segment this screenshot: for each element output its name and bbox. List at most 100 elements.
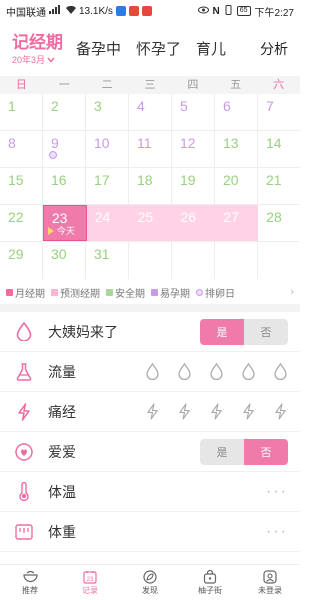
thermometer-icon — [14, 482, 34, 502]
month-selector[interactable]: 20年3月 — [12, 53, 63, 66]
calendar-day[interactable]: 28 — [258, 205, 300, 241]
day-number: 27 — [223, 209, 239, 225]
tab-trying[interactable]: 备孕中 — [76, 38, 121, 59]
lightning-outline-icon[interactable] — [144, 403, 160, 421]
calendar-day[interactable]: 4 — [129, 94, 172, 130]
analysis-button[interactable]: 分析 — [260, 39, 288, 59]
status-bar: 中国联通 13.1K/s N 65 下午2:27 — [0, 0, 300, 22]
calendar-day[interactable]: 25 — [129, 205, 173, 241]
calendar-empty-cell — [129, 242, 172, 279]
scale-icon — [14, 522, 34, 542]
bottom-nav-discover[interactable]: 发现 — [120, 565, 180, 600]
calendar-day[interactable]: 20 — [215, 168, 258, 204]
calendar-day[interactable]: 21 — [258, 168, 300, 204]
heart-lock-icon — [14, 442, 34, 462]
calendar-day[interactable]: 3 — [86, 94, 129, 130]
calendar-day[interactable]: 26 — [172, 205, 216, 241]
drop-outline-icon[interactable] — [208, 363, 224, 381]
record-weight[interactable]: 体重 ··· — [0, 512, 300, 552]
flag-icon — [47, 226, 54, 235]
more-icon[interactable]: ··· — [266, 483, 288, 501]
calendar-day[interactable]: 6 — [215, 94, 258, 130]
calendar-day[interactable]: 2 — [43, 94, 86, 130]
period-came-yes-button[interactable]: 是 — [200, 318, 244, 345]
legend-swatch — [151, 288, 158, 296]
calendar-icon: 23 — [83, 570, 98, 584]
more-icon[interactable]: ··· — [266, 523, 288, 541]
tab-parenting[interactable]: 育儿 — [196, 38, 226, 59]
calendar-day[interactable]: 29 — [0, 242, 43, 279]
bottom-nav-label: 柚子街 — [198, 585, 222, 595]
love-no-button[interactable]: 否 — [244, 438, 288, 465]
legend-label: 月经期 — [15, 288, 45, 300]
calendar-day[interactable]: 12 — [172, 131, 215, 167]
today-tag: 今天 — [47, 224, 75, 237]
calendar-day[interactable]: 9 — [43, 131, 86, 167]
calendar-day[interactable]: 19 — [172, 168, 215, 204]
wifi-icon — [66, 5, 76, 17]
bottom-nav-label: 记录 — [82, 585, 98, 595]
drop-outline-icon[interactable] — [272, 363, 288, 381]
day-number: 19 — [180, 172, 196, 188]
drop-outline-icon[interactable] — [144, 363, 160, 381]
flow-levels — [144, 363, 288, 381]
calendar-day[interactable]: 7 — [258, 94, 300, 130]
svg-text:23: 23 — [87, 577, 94, 583]
calendar-day[interactable]: 27 — [215, 205, 259, 241]
period-came-no-button[interactable]: 否 — [244, 318, 288, 345]
lightning-outline-icon[interactable] — [272, 403, 288, 421]
day-number: 22 — [8, 209, 24, 225]
lightning-outline-icon[interactable] — [240, 403, 256, 421]
calendar-day[interactable]: 24 — [86, 205, 130, 241]
drop-outline-icon[interactable] — [240, 363, 256, 381]
record-label: 流量 — [48, 363, 76, 380]
weekday-header: 日 一 二 三 四 五 六 — [0, 76, 300, 94]
calendar-day[interactable]: 10 — [86, 131, 129, 167]
day-number: 7 — [266, 98, 274, 114]
lightning-outline-icon[interactable] — [208, 403, 224, 421]
day-number: 17 — [94, 172, 110, 188]
drop-outline-icon[interactable] — [176, 363, 192, 381]
calendar-day[interactable]: 30 — [43, 242, 86, 279]
calendar-day[interactable]: 31 — [86, 242, 129, 279]
calendar-day[interactable]: 15 — [0, 168, 43, 204]
period-came-toggle: 是 否 — [200, 318, 288, 345]
love-toggle: 是 否 — [200, 438, 288, 465]
cramps-levels — [144, 403, 288, 421]
shopping-bag-icon — [203, 569, 218, 584]
day-number: 5 — [180, 98, 188, 114]
bottom-nav-record[interactable]: 23 记录 — [60, 565, 120, 600]
bottom-nav-shop[interactable]: 柚子街 — [180, 565, 240, 600]
bottom-nav-profile[interactable]: 未登录 — [240, 565, 300, 600]
leaf-icon — [143, 569, 158, 584]
calendar-day[interactable]: 5 — [172, 94, 215, 130]
calendar-day[interactable]: 14 — [258, 131, 300, 167]
day-number: 29 — [8, 246, 24, 262]
weekday-label: 四 — [187, 79, 199, 91]
legend-label: 易孕期 — [160, 288, 190, 300]
section-divider — [0, 304, 300, 312]
bottom-nav-label: 发现 — [142, 585, 158, 595]
record-period-came: 大姨妈来了 是 否 — [0, 312, 300, 352]
calendar-day[interactable]: 1 — [0, 94, 43, 130]
calendar-day[interactable]: 17 — [86, 168, 129, 204]
lightning-outline-icon[interactable] — [176, 403, 192, 421]
calendar-day[interactable]: 18 — [129, 168, 172, 204]
calendar-day[interactable]: 22 — [0, 205, 43, 241]
calendar-day[interactable]: 13 — [215, 131, 258, 167]
love-yes-button[interactable]: 是 — [200, 438, 244, 465]
record-temperature[interactable]: 体温 ··· — [0, 472, 300, 512]
record-label: 体温 — [48, 483, 76, 500]
drop-icon — [14, 322, 34, 342]
tab-period-label: 记经期 — [12, 33, 63, 52]
chevron-right-icon[interactable]: › — [290, 286, 294, 298]
bottom-nav-recommend[interactable]: 推荐 — [0, 565, 60, 600]
calendar-day[interactable]: 11 — [129, 131, 172, 167]
calendar-day[interactable]: 23 今天 — [42, 205, 87, 241]
tab-pregnant[interactable]: 怀孕了 — [136, 38, 181, 59]
tab-period[interactable]: 记经期 20年3月 — [12, 34, 63, 66]
calendar-day[interactable]: 8 — [0, 131, 43, 167]
day-number: 24 — [94, 209, 111, 225]
calendar-day[interactable]: 16 — [43, 168, 86, 204]
legend-item: 预测经期 — [51, 285, 100, 300]
